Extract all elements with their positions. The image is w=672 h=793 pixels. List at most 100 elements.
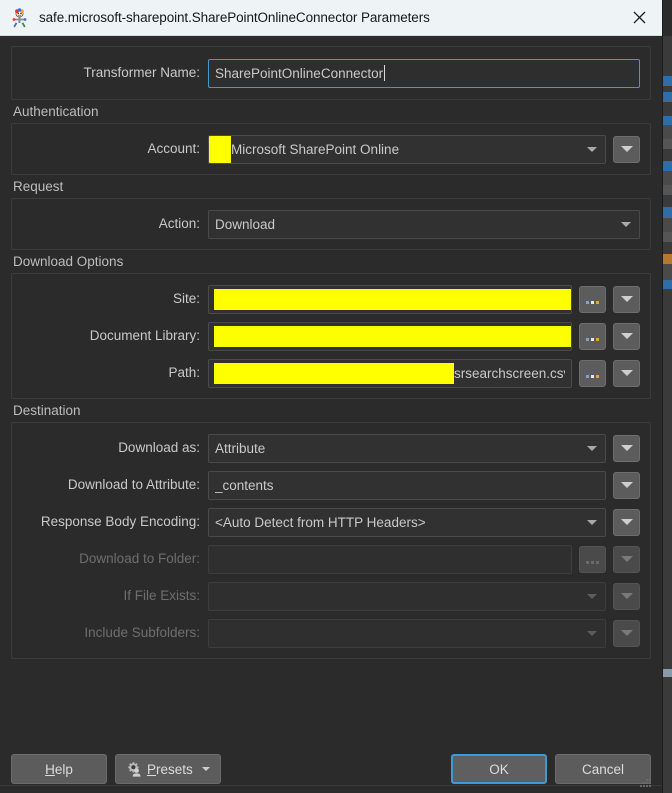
background-stripe <box>663 36 672 76</box>
label-include-subfolders: Include Subfolders: <box>84 625 200 640</box>
group-label-request: Request <box>13 179 64 194</box>
help-mnemonic: H <box>45 761 55 777</box>
background-stripe <box>663 102 672 116</box>
input-path[interactable]: srsearchscreen.csv <box>208 358 572 388</box>
gear-person-icon <box>126 761 142 777</box>
text-caret <box>384 65 386 81</box>
group-label-destination: Destination <box>13 403 81 418</box>
dropdown-button-if-file-exists <box>613 582 640 610</box>
dropdown-button-download-to-attribute[interactable] <box>613 471 640 499</box>
ok-button-label: OK <box>489 761 509 777</box>
dialog-body: Transformer Name: SharePointOnlineConnec… <box>0 36 662 745</box>
parameters-dialog: safe.microsoft-sharepoint.SharePointOnli… <box>0 0 663 793</box>
ellipsis-icon <box>586 301 599 304</box>
background-stripe <box>663 76 672 86</box>
grip-dot <box>640 785 642 787</box>
ok-button[interactable]: OK <box>451 754 547 784</box>
transformer-name-input[interactable]: SharePointOnlineConnector <box>208 58 640 88</box>
browse-button-download-to-folder <box>579 545 606 573</box>
cancel-button-label: Cancel <box>581 761 625 777</box>
chevron-down-icon <box>587 594 597 599</box>
grip-dot <box>646 782 648 784</box>
presets-button[interactable]: Presets <box>115 754 221 784</box>
input-download-to-folder <box>208 544 572 574</box>
form-row-document-library: Document Library: <box>22 321 640 351</box>
browse-button-path[interactable] <box>579 359 606 387</box>
input-site[interactable] <box>208 284 572 314</box>
background-stripe <box>663 125 672 139</box>
transformer-name-label: Transformer Name: <box>83 65 200 80</box>
grip-dot <box>646 785 648 787</box>
combo-download-as[interactable]: Attribute <box>208 433 606 463</box>
form-row-download-as: Download as: Attribute <box>22 433 640 463</box>
grip-dot <box>649 779 651 781</box>
label-path: Path: <box>168 365 200 380</box>
chevron-down-icon <box>587 147 597 152</box>
help-label-rest: elp <box>54 761 73 777</box>
grip-dot <box>643 785 645 787</box>
transformer-name-value: SharePointOnlineConnector <box>215 65 384 81</box>
group-label-authentication: Authentication <box>13 104 99 119</box>
form-row-include-subfolders: Include Subfolders: <box>22 618 640 648</box>
chevron-down-icon <box>587 446 597 451</box>
resize-grip[interactable] <box>640 779 651 789</box>
browse-button-document-library[interactable] <box>579 322 606 350</box>
dropdown-button-response-body-encoding[interactable] <box>613 508 640 536</box>
label-response-body-encoding: Response Body Encoding: <box>40 514 200 529</box>
form-row-site: Site: <box>22 284 640 314</box>
combo-include-subfolders <box>208 618 606 648</box>
background-stripe <box>663 92 672 102</box>
form-row-path: Path: srsearchscreen.csv <box>22 358 640 388</box>
background-stripe <box>663 677 672 707</box>
form-row-download-to-attribute: Download to Attribute: _contents <box>22 470 640 500</box>
dialog-bottom-divider <box>0 785 662 793</box>
combo-action[interactable]: Download <box>208 209 640 239</box>
dropdown-button-download-as[interactable] <box>613 434 640 462</box>
input-document-library[interactable] <box>208 321 572 351</box>
help-button[interactable]: Help <box>11 754 107 784</box>
background-stripe <box>663 280 672 289</box>
dropdown-button-download-to-folder <box>613 545 640 573</box>
input-download-to-attribute[interactable]: _contents <box>208 470 606 500</box>
form-row-account: Account: Microsoft SharePoint Online <box>22 134 640 164</box>
dropdown-button-site[interactable] <box>613 285 640 313</box>
help-button-label: Help <box>45 762 73 777</box>
chevron-down-icon <box>620 519 633 525</box>
combo-account[interactable]: Microsoft SharePoint Online <box>208 134 606 164</box>
title-bar: safe.microsoft-sharepoint.SharePointOnli… <box>0 0 662 36</box>
chevron-down-icon <box>620 593 633 599</box>
ellipsis-icon <box>586 561 599 564</box>
group-destination: Download as: Attribute Download to Attribu… <box>11 422 651 659</box>
ellipsis-icon <box>586 375 599 378</box>
chevron-down-icon <box>620 370 633 376</box>
chevron-down-icon <box>620 445 633 451</box>
value-response-body-encoding: <Auto Detect from HTTP Headers> <box>215 514 426 530</box>
presets-label-rest: resets <box>156 761 193 777</box>
value-account: Microsoft SharePoint Online <box>231 141 400 157</box>
background-stripe <box>663 185 672 195</box>
background-stripe <box>663 669 672 677</box>
group-authentication: Account: Microsoft SharePoint Online <box>11 123 651 175</box>
label-action: Action: <box>158 216 200 231</box>
background-stripe <box>663 232 672 242</box>
dropdown-button-path[interactable] <box>613 359 640 387</box>
chevron-down-icon <box>587 520 597 525</box>
dropdown-button-include-subfolders <box>613 619 640 647</box>
grip-dot <box>649 785 651 787</box>
fme-mascot-icon <box>10 7 30 28</box>
combo-response-body-encoding[interactable]: <Auto Detect from HTTP Headers> <box>208 507 606 537</box>
chevron-down-icon <box>621 222 631 227</box>
redaction-block <box>214 325 571 347</box>
background-stripe <box>663 254 672 264</box>
label-download-to-folder: Download to Folder: <box>79 551 200 566</box>
browse-button-site[interactable] <box>579 285 606 313</box>
value-action: Download <box>215 216 276 232</box>
cancel-button[interactable]: Cancel <box>555 754 651 784</box>
presets-mnemonic: P <box>147 761 157 777</box>
sections-container: Authentication Account: Microsoft SharePoi… <box>11 104 651 659</box>
grip-dot <box>643 782 645 784</box>
redaction-block <box>214 288 571 310</box>
dropdown-button-account[interactable] <box>613 135 640 163</box>
dropdown-button-document-library[interactable] <box>613 322 640 350</box>
close-icon[interactable] <box>616 0 662 36</box>
